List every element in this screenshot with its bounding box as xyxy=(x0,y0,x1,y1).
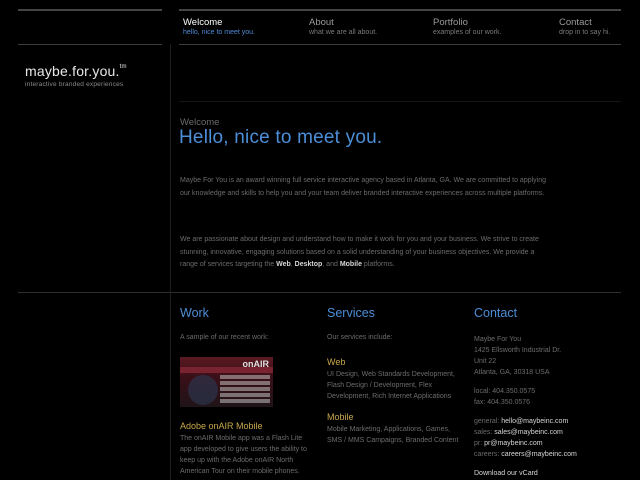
work-item-description: The onAIR Mobile app was a Flash Lite ap… xyxy=(180,435,307,475)
download-vcard-link[interactable]: Download our vCard xyxy=(474,470,538,477)
services-web-title: Web xyxy=(327,357,346,367)
email-careers-link[interactable]: careers@maybeinc.com xyxy=(501,451,577,458)
nav-about-subtitle: what we are all about. xyxy=(309,29,378,36)
logo-rule-right xyxy=(179,101,621,102)
nav-contact[interactable]: Contact drop in to say hi. xyxy=(559,17,610,37)
services-column: Services Our services include: Web UI De… xyxy=(327,306,459,446)
nav-portfolio[interactable]: Portfolio examples of our work. xyxy=(433,17,501,37)
services-title: Services xyxy=(327,306,375,320)
contact-title: Contact xyxy=(474,306,518,320)
logo-trademark: tm xyxy=(119,64,127,70)
nav-about-title: About xyxy=(309,17,334,28)
platform-mobile: Mobile xyxy=(339,261,362,269)
thumbnail-brand: onAIR xyxy=(242,359,270,369)
nav-welcome[interactable]: Welcome hello, nice to meet you. xyxy=(183,17,255,37)
phone-local: local: 404.350.0575 xyxy=(474,388,536,395)
email-pr-link[interactable]: pr@maybeinc.com xyxy=(484,440,542,447)
nav-welcome-subtitle: hello, nice to meet you. xyxy=(183,29,255,36)
work-title: Work xyxy=(180,306,209,320)
phone-fax: fax: 404.350.0576 xyxy=(474,399,531,406)
email-label: general: xyxy=(474,418,500,425)
email-label: pr: xyxy=(474,440,483,447)
contact-column: Contact Maybe For You 1425 Ellsworth Ind… xyxy=(474,306,614,479)
services-web-description: UI Design, Web Standards Development, Fl… xyxy=(327,371,455,400)
address-line: 1425 Ellsworth Industrial Dr. xyxy=(474,347,562,354)
contact-phones: local: 404.350.0575 fax: 404.350.0576 xyxy=(474,386,614,408)
work-thumbnail[interactable]: onAIR xyxy=(180,357,273,407)
contact-emails: general: hello@maybeinc.com sales: sales… xyxy=(474,416,614,460)
logo-tagline: interactive branded experiences xyxy=(25,81,124,88)
platform-desktop: Desktop xyxy=(294,261,323,269)
services-paragraph-end: platforms. xyxy=(361,261,395,269)
platform-separator: , and xyxy=(322,261,340,269)
nav-about[interactable]: About what we are all about. xyxy=(309,17,377,37)
services-paragraph: We are passionate about design and under… xyxy=(180,234,550,272)
work-column: Work A sample of our recent work: onAIR … xyxy=(180,306,308,477)
work-item-title[interactable]: Adobe onAIR Mobile xyxy=(180,421,308,431)
nav-portfolio-subtitle: examples of our work. xyxy=(433,29,502,36)
top-rule-right xyxy=(179,9,621,11)
nav-contact-subtitle: drop in to say hi. xyxy=(559,29,611,36)
company-name: Maybe For You xyxy=(474,336,522,343)
email-sales-link[interactable]: sales@maybeinc.com xyxy=(494,429,563,436)
address-line: Unit 22 xyxy=(474,358,497,365)
header-rule-left xyxy=(18,44,162,45)
header-rule-right xyxy=(179,44,621,45)
top-rule-left xyxy=(18,9,162,11)
tour-list-graphic xyxy=(220,375,270,405)
map-graphic xyxy=(188,375,218,405)
services-intro: Our services include: xyxy=(327,334,393,341)
content-rule xyxy=(18,292,621,293)
email-label: sales: xyxy=(474,429,493,436)
address-line: Atlanta, GA, 30318 USA xyxy=(474,369,550,376)
logo[interactable]: maybe.for.you.tm interactive branded exp… xyxy=(25,63,127,88)
services-mobile-title: Mobile xyxy=(327,412,354,422)
email-label: careers: xyxy=(474,451,500,458)
logo-name: maybe.for.you. xyxy=(25,63,120,79)
work-intro: A sample of our recent work: xyxy=(180,334,269,341)
page-title: Hello, nice to meet you. xyxy=(179,127,383,148)
platform-web: Web xyxy=(276,261,291,269)
column-divider xyxy=(170,44,171,480)
nav-welcome-title: Welcome xyxy=(183,17,223,28)
nav-contact-title: Contact xyxy=(559,17,592,28)
services-mobile-description: Mobile Marketing, Applications, Games, S… xyxy=(327,426,459,444)
nav-portfolio-title: Portfolio xyxy=(433,17,468,28)
email-general-link[interactable]: hello@maybeinc.com xyxy=(501,418,568,425)
intro-paragraph: Maybe For You is an award winning full s… xyxy=(180,177,547,197)
contact-address: Maybe For You 1425 Ellsworth Industrial … xyxy=(474,334,614,378)
